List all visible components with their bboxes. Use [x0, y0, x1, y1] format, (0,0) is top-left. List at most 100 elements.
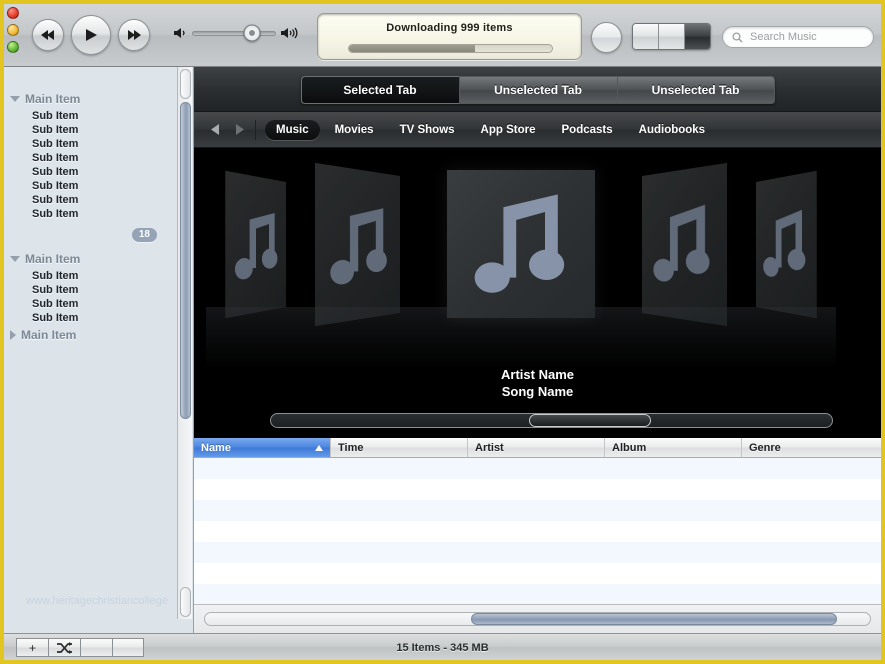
- sidebar-badge-row: 18: [4, 221, 177, 249]
- music-note-icon: [330, 205, 387, 285]
- disclosure-triangle-open-icon[interactable]: [10, 96, 20, 102]
- sidebar-item[interactable]: Sub Item: [4, 137, 177, 151]
- sidebar-item[interactable]: Sub Item: [4, 311, 177, 325]
- play-icon: [86, 29, 97, 41]
- airplay-button[interactable]: [591, 22, 622, 53]
- table-row[interactable]: [194, 542, 881, 563]
- music-note-icon: [474, 194, 565, 293]
- disclosure-triangle-closed-icon[interactable]: [10, 330, 16, 340]
- sidebar-item-label: Sub Item: [32, 166, 79, 178]
- column-header-album[interactable]: Album: [605, 438, 742, 457]
- column-header-time[interactable]: Time: [331, 438, 468, 457]
- music-note-icon: [234, 210, 278, 280]
- nav-link-movies[interactable]: Movies: [324, 120, 385, 140]
- sidebar-group-label: Main Item: [21, 328, 77, 342]
- column-label: Genre: [749, 441, 781, 454]
- tracklist-horizontal-scrollbar[interactable]: [194, 604, 881, 633]
- volume-track[interactable]: [192, 24, 276, 42]
- sidebar-item[interactable]: Sub Item: [4, 193, 177, 207]
- shuffle-button[interactable]: [48, 638, 80, 657]
- sidebar-item[interactable]: Sub Item: [4, 109, 177, 123]
- minimize-button[interactable]: [7, 24, 19, 36]
- fast-forward-icon: [128, 30, 141, 40]
- now-playing-info: Artist Name Song Name: [194, 366, 881, 400]
- sidebar-item[interactable]: Sub Item: [4, 179, 177, 193]
- column-label: Name: [201, 441, 231, 454]
- sidebar-scrollbar-thumb[interactable]: [180, 102, 191, 419]
- disclosure-triangle-open-icon[interactable]: [10, 256, 20, 262]
- nav-link-music[interactable]: Music: [265, 119, 320, 140]
- album-art-center[interactable]: [447, 170, 595, 318]
- sidebar-scrollbar-bottom-cap[interactable]: [180, 587, 191, 617]
- nav-link-app-store[interactable]: App Store: [470, 120, 547, 140]
- table-row[interactable]: [194, 584, 881, 605]
- next-button[interactable]: [118, 19, 150, 51]
- view-mode-list[interactable]: [633, 24, 659, 49]
- speaker-high-icon: [281, 27, 298, 39]
- sidebar-item[interactable]: Sub Item: [4, 297, 177, 311]
- album-art-far-left[interactable]: [225, 170, 286, 319]
- nav-link-tv-shows[interactable]: TV Shows: [389, 120, 466, 140]
- table-row[interactable]: [194, 521, 881, 542]
- column-header-artist[interactable]: Artist: [468, 438, 605, 457]
- sidebar-item-label: Sub Item: [32, 312, 79, 324]
- repeat-button[interactable]: [80, 638, 112, 657]
- download-progress-bar: [348, 44, 553, 53]
- playback-controls: [32, 15, 150, 55]
- sidebar-group-header[interactable]: Main Item: [4, 249, 177, 269]
- add-playlist-button[interactable]: +: [16, 638, 48, 657]
- track-list[interactable]: Name Time Artist Album Genre: [194, 438, 881, 626]
- view-mode-toggle[interactable]: [632, 23, 711, 50]
- nav-link-audiobooks[interactable]: Audiobooks: [628, 120, 716, 140]
- forward-button[interactable]: [227, 119, 251, 140]
- column-header-genre[interactable]: Genre: [742, 438, 881, 457]
- column-headers: Name Time Artist Album Genre: [194, 438, 881, 458]
- sidebar-item[interactable]: Sub Item: [4, 269, 177, 283]
- coverflow-scrollbar[interactable]: [270, 413, 833, 428]
- table-row[interactable]: [194, 458, 881, 479]
- tab-selected[interactable]: Selected Tab: [300, 76, 459, 104]
- cover-flow-view[interactable]: Artist Name Song Name: [194, 148, 881, 438]
- album-art-left[interactable]: [315, 162, 400, 327]
- table-row[interactable]: [194, 479, 881, 500]
- view-mode-coverflow[interactable]: [685, 24, 710, 49]
- sidebar-item-label: Sub Item: [32, 152, 79, 164]
- table-row[interactable]: [194, 563, 881, 584]
- coverflow-scrollbar-thumb[interactable]: [529, 414, 651, 427]
- previous-button[interactable]: [32, 19, 64, 51]
- volume-slider[interactable]: [174, 24, 299, 42]
- sidebar-item[interactable]: Sub Item: [4, 151, 177, 165]
- tab-unselected-2[interactable]: Unselected Tab: [616, 76, 775, 104]
- column-header-name[interactable]: Name: [194, 438, 331, 457]
- tab-group: Selected Tab Unselected Tab Unselected T…: [300, 76, 775, 104]
- sidebar: Main Item Sub Item Sub Item Sub Item Sub…: [4, 67, 194, 633]
- sidebar-item[interactable]: Sub Item: [4, 207, 177, 221]
- shuffle-icon: [57, 641, 72, 654]
- search-input[interactable]: Search Music: [722, 26, 874, 48]
- sidebar-item[interactable]: Sub Item: [4, 123, 177, 137]
- sidebar-item-label: Sub Item: [32, 194, 79, 206]
- sidebar-scrollbar-top-cap[interactable]: [180, 69, 191, 99]
- view-mode-grid[interactable]: [659, 24, 685, 49]
- sidebar-group-header[interactable]: Main Item: [4, 325, 177, 345]
- show-artwork-button[interactable]: [112, 638, 144, 657]
- zoom-button[interactable]: [7, 41, 19, 53]
- sidebar-item[interactable]: Sub Item: [4, 283, 177, 297]
- watermark-text: www.heritagechristiancollege: [26, 595, 168, 607]
- table-row[interactable]: [194, 500, 881, 521]
- sidebar-scrollbar[interactable]: [177, 67, 192, 619]
- sidebar-group-header[interactable]: Main Item: [4, 89, 177, 109]
- bottom-bar: 15 Items - 345 MB +: [4, 633, 881, 660]
- horizontal-scrollbar-track[interactable]: [204, 612, 871, 626]
- tab-unselected-1[interactable]: Unselected Tab: [458, 76, 617, 104]
- nav-link-podcasts[interactable]: Podcasts: [551, 120, 624, 140]
- search-placeholder: Search Music: [750, 31, 817, 43]
- horizontal-scrollbar-thumb[interactable]: [471, 613, 837, 625]
- play-button[interactable]: [71, 15, 111, 55]
- volume-knob[interactable]: [243, 24, 261, 42]
- back-button[interactable]: [203, 119, 227, 140]
- sidebar-item[interactable]: Sub Item: [4, 165, 177, 179]
- album-art-right[interactable]: [642, 162, 727, 327]
- album-art-far-right[interactable]: [756, 170, 817, 319]
- close-button[interactable]: [7, 7, 19, 19]
